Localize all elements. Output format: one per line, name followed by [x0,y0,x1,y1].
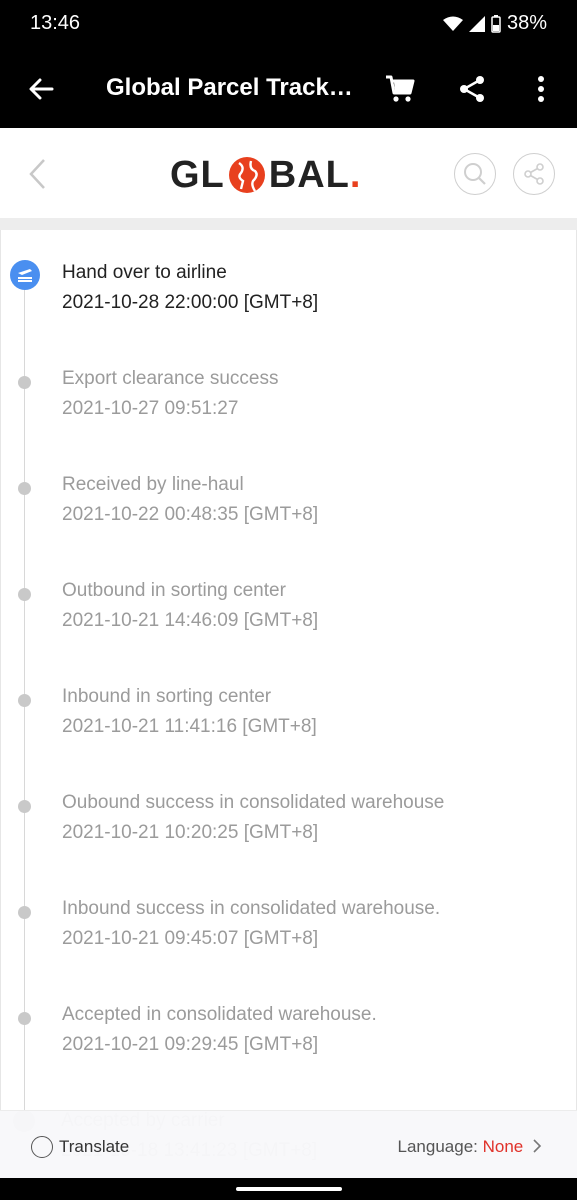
battery-level: 38% [506,12,547,34]
timeline-event: Hand over to airline 2021-10-28 22:00:00… [1,254,576,354]
timeline-dot [18,376,31,389]
share-icon [524,163,544,185]
share-icon [460,76,484,102]
back-button[interactable] [24,72,58,106]
event-title: Accepted in consolidated warehouse. [62,1004,377,1025]
app-title: Global Parcel Tracking [106,74,356,101]
search-icon [464,163,486,185]
event-time: 2021-10-22 00:48:35 [GMT+8] [62,504,319,525]
search-button[interactable] [454,153,496,195]
translate-footer: Translate Language: None [0,1110,577,1179]
event-title: Inbound success in consolidated warehous… [62,898,441,919]
status-bar: 13:46 38% [0,0,577,48]
event-title: Oubound success in consolidated warehous… [62,792,445,813]
cart-button[interactable] [383,72,417,106]
timeline-event: Outbound in sorting center 2021-10-21 14… [1,572,576,672]
global-logo: GL BAL . [170,153,362,196]
timeline-dot [18,694,31,707]
timeline-dot [18,800,31,813]
status-icons: 38% [442,12,547,35]
timeline-dot [18,906,31,919]
event-title: Export clearance success [62,368,279,389]
app-bar: Global Parcel Tracking [0,48,577,128]
arrow-left-icon [29,78,54,100]
web-back-button[interactable] [22,156,52,192]
timeline-event: Received by line-haul 2021-10-22 00:48:3… [1,466,576,566]
event-time: 2021-10-21 11:41:16 [GMT+8] [62,716,317,737]
timeline-dot [18,588,31,601]
share-button[interactable] [455,72,489,106]
event-time: 2021-10-27 09:51:27 [62,398,239,419]
event-time: 2021-10-21 10:20:25 [GMT+8] [62,822,319,843]
cart-icon [386,75,415,102]
airplane-icon [10,260,40,290]
translate-radio[interactable] [31,1136,53,1158]
timeline-event: Accepted by carrier 2021-10-18 13:41:23 … [1,1102,576,1110]
signal-icon [468,15,485,32]
more-button[interactable] [526,72,556,106]
chevron-right-icon [533,1139,542,1153]
status-time: 13:46 [30,12,81,34]
event-time: 2021-10-21 14:46:09 [GMT+8] [62,610,319,631]
timeline-event: Inbound success in consolidated warehous… [1,890,576,990]
timeline-event: Oubound success in consolidated warehous… [1,784,576,884]
event-time: 2021-10-21 09:45:07 [GMT+8] [62,928,319,949]
event-time: 2021-10-28 22:00:00 [GMT+8] [62,292,319,313]
translate-label[interactable]: Translate [59,1137,129,1157]
home-handle[interactable] [236,1187,342,1191]
event-title: Outbound in sorting center [62,580,286,601]
event-title: Inbound in sorting center [62,686,272,707]
language-label: Language: [397,1137,478,1156]
timeline-dot [18,1012,31,1025]
wifi-icon [442,16,463,31]
event-title: Hand over to airline [62,262,227,283]
tracking-timeline: Hand over to airline 2021-10-28 22:00:00… [0,230,577,1110]
system-nav-bar [0,1178,577,1200]
timeline-event: Accepted in consolidated warehouse. 2021… [1,996,576,1096]
event-title: Received by line-haul [62,474,244,495]
language-value: None [482,1137,524,1156]
timeline-event: Inbound in sorting center 2021-10-21 11:… [1,678,576,778]
globe-icon [228,157,265,193]
timeline-dot [18,482,31,495]
more-vert-icon [538,76,544,102]
event-time: 2021-10-21 09:29:45 [GMT+8] [62,1034,319,1055]
web-share-button[interactable] [513,153,555,195]
language-selector[interactable]: Language: None [398,1137,542,1157]
header-divider [0,218,577,230]
timeline-event: Export clearance success 2021-10-27 09:5… [1,360,576,460]
battery-icon [491,14,501,33]
chevron-left-icon [29,159,45,189]
